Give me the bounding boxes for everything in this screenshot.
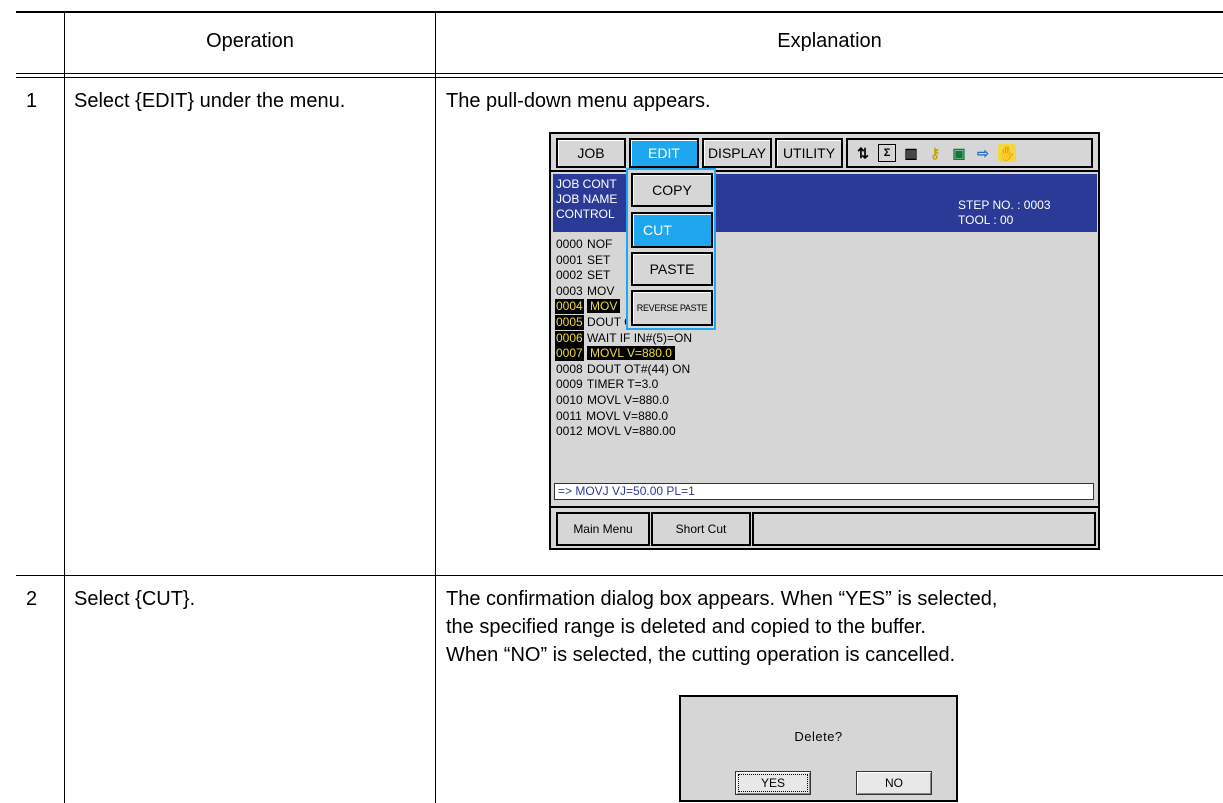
job-line[interactable]: 0000 NOF [555,237,612,252]
main-menu-button[interactable]: Main Menu [556,512,650,546]
bottom-blank-area [752,512,1096,546]
menu-bar: JOB EDIT DISPLAY UTILITY ⇅ Σ ▥ ⚷ ▣ ⇨ ✋ [551,134,1098,172]
header-rule [16,73,1223,74]
bottom-bar: Main Menu Short Cut [551,506,1098,548]
pulldown-cut[interactable]: CUT [631,212,713,248]
line-instruction: MOVL V=880.0 [587,346,675,361]
edit-pulldown-menu: COPY CUT PASTE REVERSE PASTE [626,168,716,330]
line-instruction: MOV [587,283,615,298]
line-instruction: SET [587,252,611,267]
line-instruction: MOVL V=880.0 [587,393,669,407]
pulldown-reverse-paste[interactable]: REVERSE PASTE [631,290,713,326]
line-number: 0004 [555,299,584,315]
explanation-line: The confirmation dialog box appears. Whe… [446,588,998,610]
line-instruction: MOVL V=880.00 [587,424,676,439]
no-button[interactable]: NO [856,771,932,795]
header-rule-double [16,77,1223,78]
storage-icon: ▣ [952,144,966,161]
line-number: 0011 [556,408,582,423]
line-number: 0010 [556,393,583,407]
line-number: 0007 [555,346,584,362]
job-line[interactable]: 0006 WAIT IF IN#(5)=ON [555,330,693,346]
job-line[interactable]: 0010 MOVL V=880.0 [555,393,669,408]
header-operation: Operation [206,30,294,52]
line-number: 0003 [556,283,583,298]
menu-display-button[interactable]: DISPLAY [702,138,772,168]
step-number: 1 [26,90,38,112]
explanation-line: the specified range is deleted and copie… [446,616,926,638]
job-line[interactable]: 0011 MOVL V=880.0 [555,409,668,424]
confirm-dialog: Delete? YES NO [679,695,958,802]
line-instruction: SET [587,268,611,283]
step-number-label: STEP NO. : 0003 [958,198,1051,212]
short-cut-button[interactable]: Short Cut [651,512,751,546]
yes-button[interactable]: YES [735,771,811,795]
job-line[interactable]: 0003 MOV [555,284,614,299]
menu-job-button[interactable]: JOB [556,138,626,168]
line-number: 0005 [555,315,584,330]
job-line[interactable]: 0012 MOVL V=880.00 [555,424,676,439]
header-explanation: Explanation [777,30,882,52]
cycle-icon: Σ [878,144,896,162]
job-header-line: CONTROL [556,207,615,221]
operation-text: Select {CUT}. [74,588,196,610]
operation-text: Select {EDIT} under the menu. [74,90,346,112]
job-line[interactable]: 0001 SET [555,253,610,268]
command-line[interactable]: => MOVJ VJ=50.00 PL=1 [554,483,1094,500]
mode-icon: ⇨ [977,144,989,161]
servo-hand-icon: ✋ [998,144,1016,162]
tool-label: TOOL : 00 [958,213,1014,227]
axis-icon: ⇅ [857,144,869,161]
table-top-rule [16,11,1223,13]
status-icons: ⇅ Σ ▥ ⚷ ▣ ⇨ ✋ [846,138,1093,168]
line-number: 0009 [556,377,583,392]
security-icon: ⚷ [929,144,941,161]
line-number: 0002 [556,268,583,283]
dialog-message: Delete? [794,729,843,744]
col-divider-2 [435,11,436,803]
job-line[interactable]: 0009 TIMER T=3.0 [555,377,658,392]
job-line[interactable]: 0002 SET [555,268,610,283]
explanation-line: When “NO” is selected, the cutting opera… [446,644,956,666]
line-instruction: DOUT OT#(44) ON [587,361,691,376]
line-instruction: MOVL V=880.0 [586,408,669,423]
menu-utility-button[interactable]: UTILITY [775,138,843,168]
line-number: 0008 [556,361,583,376]
step-number: 2 [26,588,38,610]
line-instruction: NOF [587,237,613,251]
row-divider [16,575,1223,576]
line-instruction: WAIT IF IN#(5)=ON [587,330,693,345]
job-header-line: JOB CONT [556,177,617,191]
tool-icon: ▥ [904,144,918,161]
menu-edit-button[interactable]: EDIT [629,138,699,168]
explanation-text: The pull-down menu appears. [446,90,711,112]
line-number: 0000 [556,237,583,251]
line-number: 0001 [556,252,583,267]
line-instruction: TIMER T=3.0 [586,377,659,392]
job-line[interactable]: 0004 MOV [555,299,621,315]
col-divider-1 [64,11,65,803]
pulldown-copy[interactable]: COPY [631,173,713,207]
line-number: 0012 [556,424,583,439]
line-number: 0006 [555,330,584,346]
job-header-line: JOB NAME [556,192,618,206]
pulldown-paste[interactable]: PASTE [631,252,713,286]
line-instruction: MOV [587,299,621,314]
job-line[interactable]: 0007 MOVL V=880.0 [555,346,675,362]
job-line[interactable]: 0008 DOUT OT#(44) ON [555,362,690,377]
